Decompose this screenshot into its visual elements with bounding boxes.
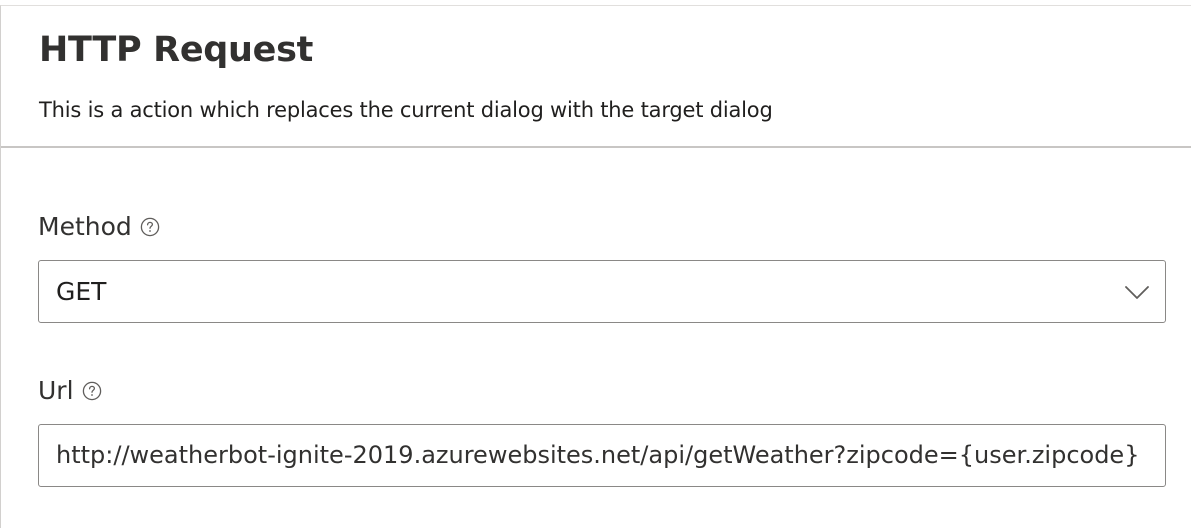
panel-header: HTTP Request This is a action which repl… [1,6,1191,148]
page-description: This is a action which replaces the curr… [39,98,773,122]
method-selected-value: GET [56,277,107,306]
url-input-container [38,424,1166,487]
url-label-text: Url [38,376,74,405]
url-help-icon[interactable] [82,381,102,401]
method-help-icon[interactable] [140,217,160,237]
chevron-down-icon [1123,279,1151,305]
method-label-text: Method [38,212,132,241]
url-label: Url [38,376,102,405]
method-dropdown[interactable]: GET [38,260,1166,323]
method-label: Method [38,212,160,241]
url-input[interactable] [56,425,1148,485]
page-title: HTTP Request [39,30,314,70]
